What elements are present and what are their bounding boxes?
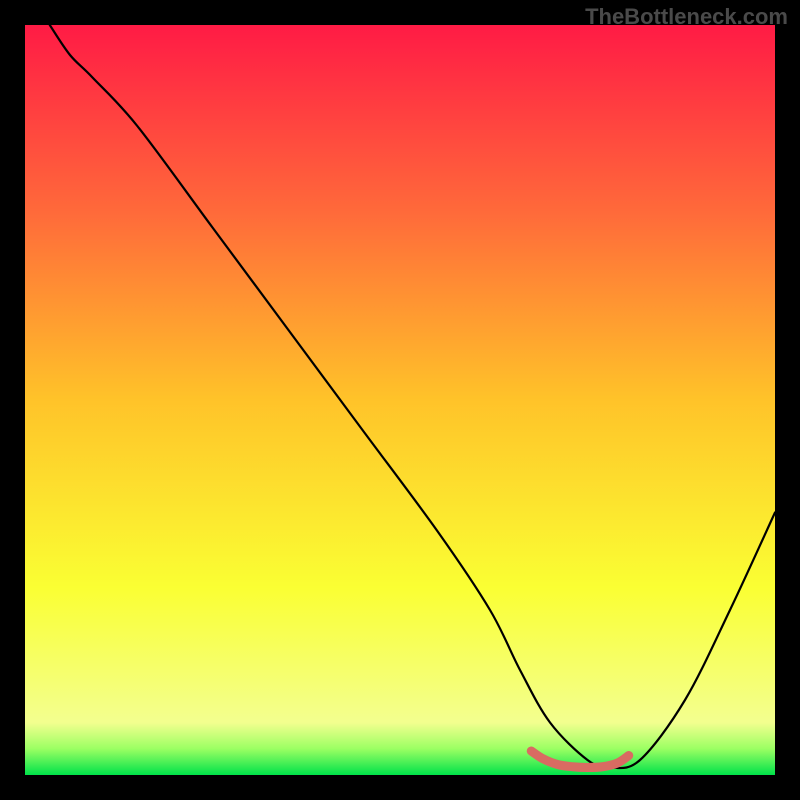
chart-gradient-bg	[25, 25, 775, 775]
watermark-text: TheBottleneck.com	[585, 4, 788, 30]
chart-container: TheBottleneck.com	[0, 0, 800, 800]
chart-svg	[0, 0, 800, 800]
